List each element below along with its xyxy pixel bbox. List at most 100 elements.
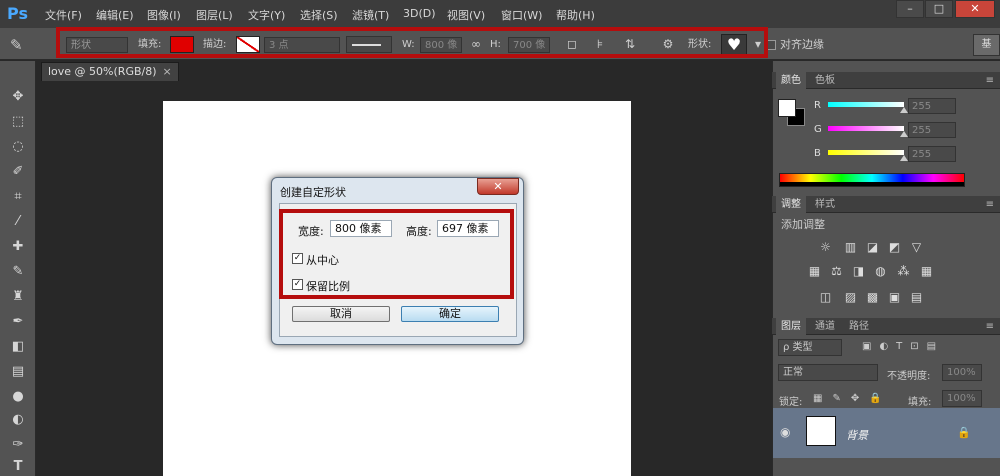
- photo-filter-icon[interactable]: ◍: [873, 264, 888, 279]
- tab-layers[interactable]: 图层: [776, 318, 806, 335]
- tab-styles[interactable]: 样式: [810, 196, 840, 213]
- color-balance-icon[interactable]: ⚖: [829, 264, 844, 279]
- menu-type[interactable]: 文字(Y): [248, 7, 285, 23]
- opacity-input[interactable]: 100%: [942, 364, 982, 381]
- menu-edit[interactable]: 编辑(E): [96, 7, 134, 23]
- lock-label: 锁定:: [779, 397, 803, 408]
- healing-brush-tool-icon[interactable]: ✚: [6, 236, 30, 258]
- lock-options-icons[interactable]: ▦✎✥🔒: [813, 393, 892, 404]
- levels-icon[interactable]: ▥: [843, 240, 858, 255]
- ok-button[interactable]: 确定: [401, 306, 499, 322]
- move-tool-icon[interactable]: ✥: [6, 86, 30, 108]
- tab-swatches[interactable]: 色板: [810, 72, 840, 89]
- brightness-icon[interactable]: ☼: [818, 240, 833, 255]
- channel-r-label: R: [814, 100, 821, 111]
- eye-icon[interactable]: ◉: [780, 425, 790, 439]
- menu-file[interactable]: 文件(F): [45, 7, 82, 23]
- minimize-button[interactable]: –: [896, 0, 924, 18]
- channel-r-value[interactable]: 255: [908, 98, 956, 114]
- vibrance-icon[interactable]: ▽: [909, 240, 924, 255]
- add-adjustment-title: 添加调整: [781, 218, 825, 231]
- channel-b-thumb[interactable]: [900, 155, 908, 161]
- tab-paths[interactable]: 路径: [844, 318, 874, 335]
- panel-menu-icon[interactable]: ≡: [986, 72, 994, 89]
- layer-filter-select[interactable]: ρ 类型: [778, 339, 842, 356]
- menu-layer[interactable]: 图层(L): [196, 7, 233, 23]
- fill-label: 填充:: [908, 397, 932, 408]
- menu-3d[interactable]: 3D(D): [403, 7, 436, 20]
- maximize-button[interactable]: □: [925, 0, 953, 18]
- gradient-tool-icon[interactable]: ▤: [6, 361, 30, 383]
- align-edges-label: 对齐边缘: [780, 38, 824, 51]
- lasso-tool-icon[interactable]: ◌: [6, 136, 30, 158]
- foreground-color-swatch[interactable]: [778, 99, 796, 117]
- lock-icon: 🔒: [957, 426, 971, 439]
- eyedropper-tool-icon[interactable]: ⁄: [6, 211, 30, 233]
- type-tool-icon[interactable]: T: [6, 456, 30, 476]
- posterize-icon[interactable]: ▨: [843, 290, 858, 305]
- menu-filter[interactable]: 滤镜(T): [352, 7, 389, 23]
- dodge-tool-icon[interactable]: ◐: [6, 409, 30, 431]
- eraser-tool-icon[interactable]: ◧: [6, 336, 30, 358]
- channel-g-value[interactable]: 255: [908, 122, 956, 138]
- hue-saturation-icon[interactable]: ▦: [807, 264, 822, 279]
- channel-mixer-icon[interactable]: ⁂: [896, 264, 911, 279]
- threshold-icon[interactable]: ▩: [865, 290, 880, 305]
- channel-b-label: B: [814, 148, 821, 159]
- gradient-map-icon[interactable]: ▤: [909, 290, 924, 305]
- exposure-icon[interactable]: ◩: [887, 240, 902, 255]
- layer-filter-icons[interactable]: ▣◐T⊡▤: [862, 341, 944, 352]
- tab-adjustments[interactable]: 调整: [776, 196, 806, 213]
- invert-icon[interactable]: ◫: [818, 290, 833, 305]
- menu-help[interactable]: 帮助(H): [556, 7, 595, 23]
- document-tab-title: love @ 50%(RGB/8): [48, 65, 157, 78]
- layer-thumbnail: [806, 416, 836, 446]
- channel-g-thumb[interactable]: [900, 131, 908, 137]
- menu-view[interactable]: 视图(V): [447, 7, 485, 23]
- channel-b-value[interactable]: 255: [908, 146, 956, 162]
- color-spectrum-bar[interactable]: [779, 173, 965, 187]
- panel-menu-icon[interactable]: ≡: [986, 318, 994, 335]
- channel-r-slider[interactable]: [828, 102, 904, 107]
- panel-menu-icon[interactable]: ≡: [986, 196, 994, 213]
- dialog-highlight-box: [279, 209, 514, 299]
- brush-tool-icon[interactable]: ✎: [6, 261, 30, 283]
- channel-b-slider[interactable]: [828, 150, 904, 155]
- blur-tool-icon[interactable]: ●: [6, 386, 30, 408]
- document-tab[interactable]: love @ 50%(RGB/8) ×: [41, 62, 179, 81]
- color-panel-tabs: 颜色 色板 ≡: [772, 72, 1000, 89]
- close-window-button[interactable]: ✕: [955, 0, 995, 18]
- photoshop-logo: Ps: [7, 4, 28, 23]
- layers-panel-tabs: 图层 通道 路径 ≡: [772, 318, 1000, 335]
- menu-window[interactable]: 窗口(W): [501, 7, 542, 23]
- crop-tool-icon[interactable]: ⌗: [6, 186, 30, 208]
- workspace-button[interactable]: 基: [973, 34, 1000, 56]
- color-lookup-icon[interactable]: ▦: [919, 264, 934, 279]
- dialog-title: 创建自定形状: [280, 186, 346, 199]
- layer-name[interactable]: 背景: [846, 427, 868, 443]
- cancel-button[interactable]: 取消: [292, 306, 390, 322]
- channel-r-thumb[interactable]: [900, 107, 908, 113]
- options-highlight-box: [56, 27, 768, 58]
- black-white-icon[interactable]: ◨: [851, 264, 866, 279]
- selective-color-icon[interactable]: ▣: [887, 290, 902, 305]
- menu-image[interactable]: 图像(I): [147, 7, 181, 23]
- adjust-panel-tabs: 调整 样式 ≡: [772, 196, 1000, 213]
- curves-icon[interactable]: ◪: [865, 240, 880, 255]
- blend-mode-select[interactable]: 正常: [778, 364, 878, 381]
- close-tab-icon[interactable]: ×: [163, 65, 172, 78]
- dialog-close-button[interactable]: ✕: [477, 178, 519, 195]
- marquee-tool-icon[interactable]: ⬚: [6, 111, 30, 133]
- opacity-label: 不透明度:: [887, 371, 931, 382]
- menu-select[interactable]: 选择(S): [300, 7, 338, 23]
- tool-preset-icon[interactable]: ✎: [10, 36, 23, 54]
- clone-stamp-tool-icon[interactable]: ♜: [6, 286, 30, 308]
- fill-input[interactable]: 100%: [942, 390, 982, 407]
- history-brush-tool-icon[interactable]: ✒: [6, 311, 30, 333]
- pen-tool-icon[interactable]: ✑: [6, 434, 30, 456]
- channel-g-label: G: [814, 124, 822, 135]
- channel-g-slider[interactable]: [828, 126, 904, 131]
- tab-channels[interactable]: 通道: [810, 318, 840, 335]
- quick-select-tool-icon[interactable]: ✐: [6, 161, 30, 183]
- tab-color[interactable]: 颜色: [776, 72, 806, 89]
